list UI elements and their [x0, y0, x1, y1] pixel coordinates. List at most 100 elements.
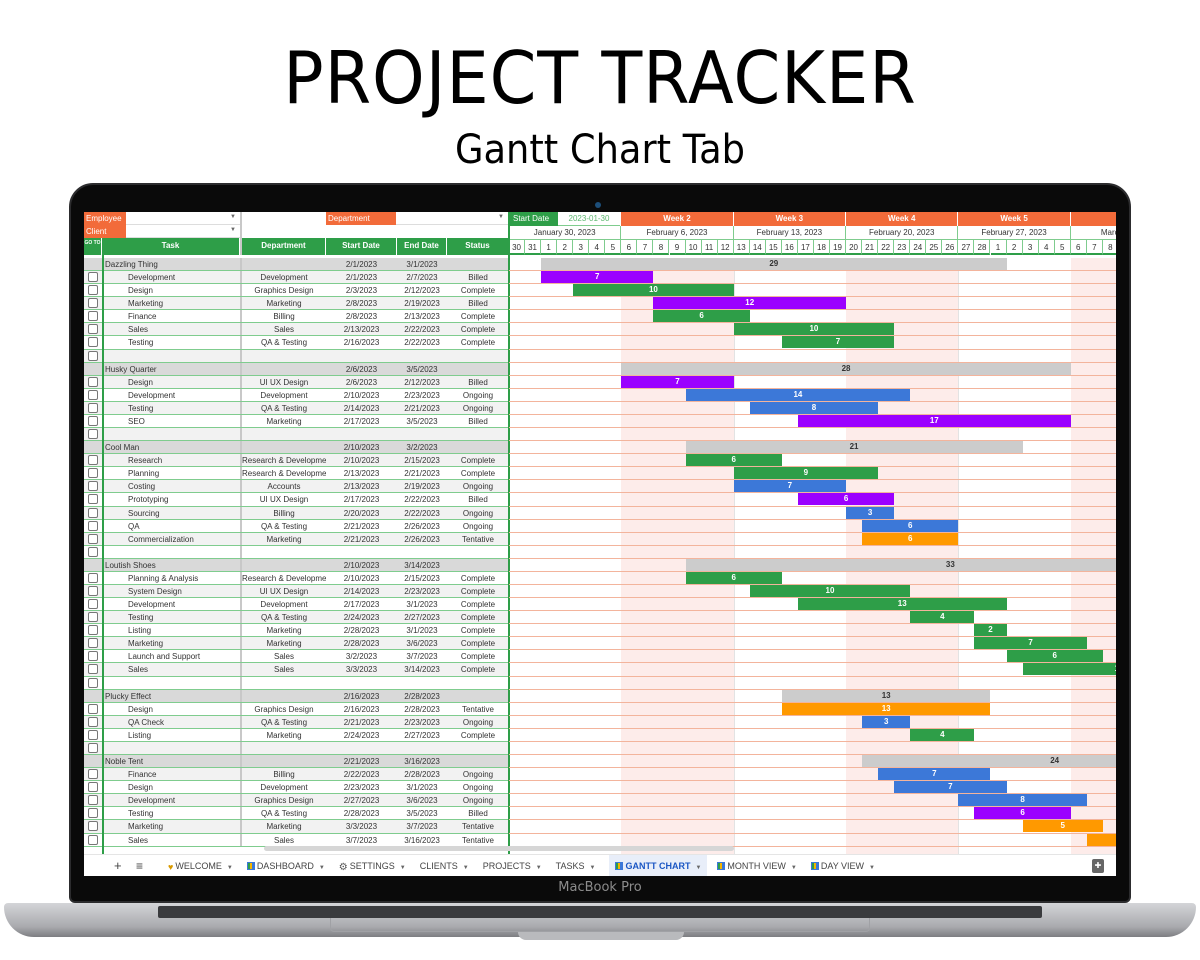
task-bar[interactable]: 4 — [910, 611, 975, 624]
task-bar[interactable]: 8 — [958, 794, 1087, 807]
task-bar[interactable]: 5 — [1022, 820, 1103, 833]
goto-checkbox[interactable] — [88, 729, 98, 740]
task-bar[interactable]: 6 — [797, 493, 895, 506]
goto-checkbox[interactable] — [88, 481, 98, 492]
task-bar[interactable]: 14 — [685, 388, 911, 401]
task-bar[interactable]: 6 — [974, 807, 1071, 820]
employee-filter-dropdown[interactable] — [126, 212, 240, 225]
sheet-tab-month-view[interactable]: MONTH VIEW ▼ — [717, 855, 797, 876]
task-bar[interactable]: 13 — [797, 598, 1007, 611]
chevron-down-icon[interactable]: ▼ — [536, 865, 542, 871]
task-bar[interactable]: 6 — [685, 571, 782, 584]
task-bar[interactable]: 2 — [974, 624, 1007, 637]
task-bar[interactable]: 12 — [653, 297, 847, 310]
project-summary-bar[interactable]: 33 — [685, 558, 1116, 571]
goto-checkbox[interactable] — [88, 703, 98, 714]
goto-checkbox[interactable] — [88, 389, 98, 400]
task-bar[interactable]: 7 — [621, 375, 734, 388]
task-bar[interactable]: 7 — [781, 336, 895, 349]
goto-checkbox[interactable] — [88, 586, 98, 596]
task-bar[interactable]: 8 — [749, 401, 879, 414]
goto-checkbox[interactable] — [88, 782, 98, 793]
project-summary-bar[interactable]: 13 — [781, 689, 991, 702]
chevron-down-icon[interactable]: ▼ — [400, 865, 406, 871]
task-bar[interactable]: 6 — [862, 532, 959, 545]
chevron-down-icon[interactable]: ▼ — [791, 865, 797, 871]
sheet-tab-day-view[interactable]: DAY VIEW ▼ — [810, 855, 875, 876]
goto-checkbox[interactable] — [88, 402, 98, 413]
task-bar[interactable]: 17 — [797, 414, 1071, 427]
goto-checkbox[interactable] — [88, 834, 98, 845]
goto-checkbox[interactable] — [88, 821, 98, 832]
chevron-down-icon[interactable]: ▼ — [869, 865, 875, 871]
goto-checkbox[interactable] — [88, 350, 98, 361]
goto-checkbox[interactable] — [88, 677, 98, 688]
task-bar[interactable]: 4 — [910, 728, 975, 741]
goto-checkbox[interactable] — [88, 795, 98, 806]
horizontal-scrollbar[interactable] — [264, 846, 734, 851]
chevron-down-icon[interactable]: ▼ — [590, 865, 596, 871]
chevron-down-icon[interactable]: ▼ — [230, 227, 236, 233]
project-summary-bar[interactable]: 28 — [621, 362, 1071, 375]
goto-checkbox[interactable] — [88, 664, 98, 675]
task-bar[interactable]: 3 — [862, 715, 911, 728]
task-bar[interactable]: 10 — [733, 323, 895, 336]
goto-checkbox[interactable] — [88, 376, 98, 387]
task-bar[interactable]: 9 — [733, 467, 879, 480]
chevron-down-icon[interactable]: ▼ — [498, 214, 504, 220]
goto-checkbox[interactable] — [88, 612, 98, 623]
department-filter-dropdown[interactable] — [396, 212, 508, 225]
goto-checkbox[interactable] — [88, 415, 98, 426]
sheet-tab-welcome[interactable]: ♥ WELCOME ▼ — [168, 855, 233, 876]
task-bar[interactable]: 6 — [1006, 650, 1103, 663]
goto-checkbox[interactable] — [88, 468, 98, 479]
goto-checkbox[interactable] — [88, 285, 98, 296]
project-summary-bar[interactable]: 21 — [685, 441, 1023, 454]
add-sheet-button[interactable]: + — [114, 855, 122, 876]
sheet-tab-clients[interactable]: CLIENTS ▼ — [420, 855, 469, 876]
goto-checkbox[interactable] — [88, 311, 98, 322]
goto-checkbox[interactable] — [88, 520, 98, 531]
chevron-down-icon[interactable]: ▼ — [230, 214, 236, 220]
project-summary-bar[interactable]: 29 — [541, 258, 1007, 270]
goto-checkbox[interactable] — [88, 429, 98, 440]
goto-checkbox[interactable] — [88, 546, 98, 557]
task-bar[interactable]: 6 — [862, 519, 959, 532]
sheet-tab-projects[interactable]: PROJECTS ▼ — [483, 855, 542, 876]
all-sheets-button[interactable]: ≡ — [136, 855, 143, 876]
sheet-tab-dashboard[interactable]: DASHBOARD ▼ — [246, 855, 325, 876]
task-bar[interactable]: 7 — [974, 637, 1087, 650]
goto-checkbox[interactable] — [88, 324, 98, 335]
task-bar[interactable]: 10 — [749, 585, 911, 597]
task-bar[interactable]: 7 — [541, 271, 654, 284]
goto-checkbox[interactable] — [88, 272, 98, 283]
goto-checkbox[interactable] — [88, 625, 98, 636]
task-bar[interactable]: 10 — [573, 284, 734, 297]
task-bar[interactable]: 7 — [878, 768, 991, 781]
task-bar[interactable]: 3 — [846, 506, 895, 519]
goto-checkbox[interactable] — [88, 507, 98, 518]
task-bar[interactable]: 7 — [733, 480, 847, 493]
goto-checkbox[interactable] — [88, 742, 98, 753]
goto-checkbox[interactable] — [88, 455, 98, 466]
task-bar[interactable]: 10 — [1086, 833, 1116, 846]
task-bar[interactable]: 12 — [1022, 663, 1116, 676]
task-bar[interactable]: 13 — [781, 702, 991, 715]
goto-checkbox[interactable] — [88, 716, 98, 727]
goto-checkbox[interactable] — [88, 494, 98, 505]
goto-checkbox[interactable] — [88, 572, 98, 583]
sheet-tab-tasks[interactable]: TASKS ▼ — [556, 855, 596, 876]
goto-checkbox[interactable] — [88, 599, 98, 610]
goto-checkbox[interactable] — [88, 769, 98, 780]
chevron-down-icon[interactable]: ▼ — [227, 865, 233, 871]
goto-checkbox[interactable] — [88, 533, 98, 544]
sheet-tab-settings[interactable]: ⚙ SETTINGS ▼ — [339, 855, 406, 876]
chevron-down-icon[interactable]: ▼ — [319, 865, 325, 871]
goto-checkbox[interactable] — [88, 808, 98, 819]
client-filter-dropdown[interactable] — [126, 225, 240, 238]
goto-checkbox[interactable] — [88, 298, 98, 309]
project-summary-bar[interactable]: 24 — [862, 755, 1116, 768]
sheet-tab-gantt-chart[interactable]: GANTT CHART ▼ — [609, 855, 708, 876]
goto-checkbox[interactable] — [88, 638, 98, 649]
task-bar[interactable]: 6 — [653, 310, 750, 323]
